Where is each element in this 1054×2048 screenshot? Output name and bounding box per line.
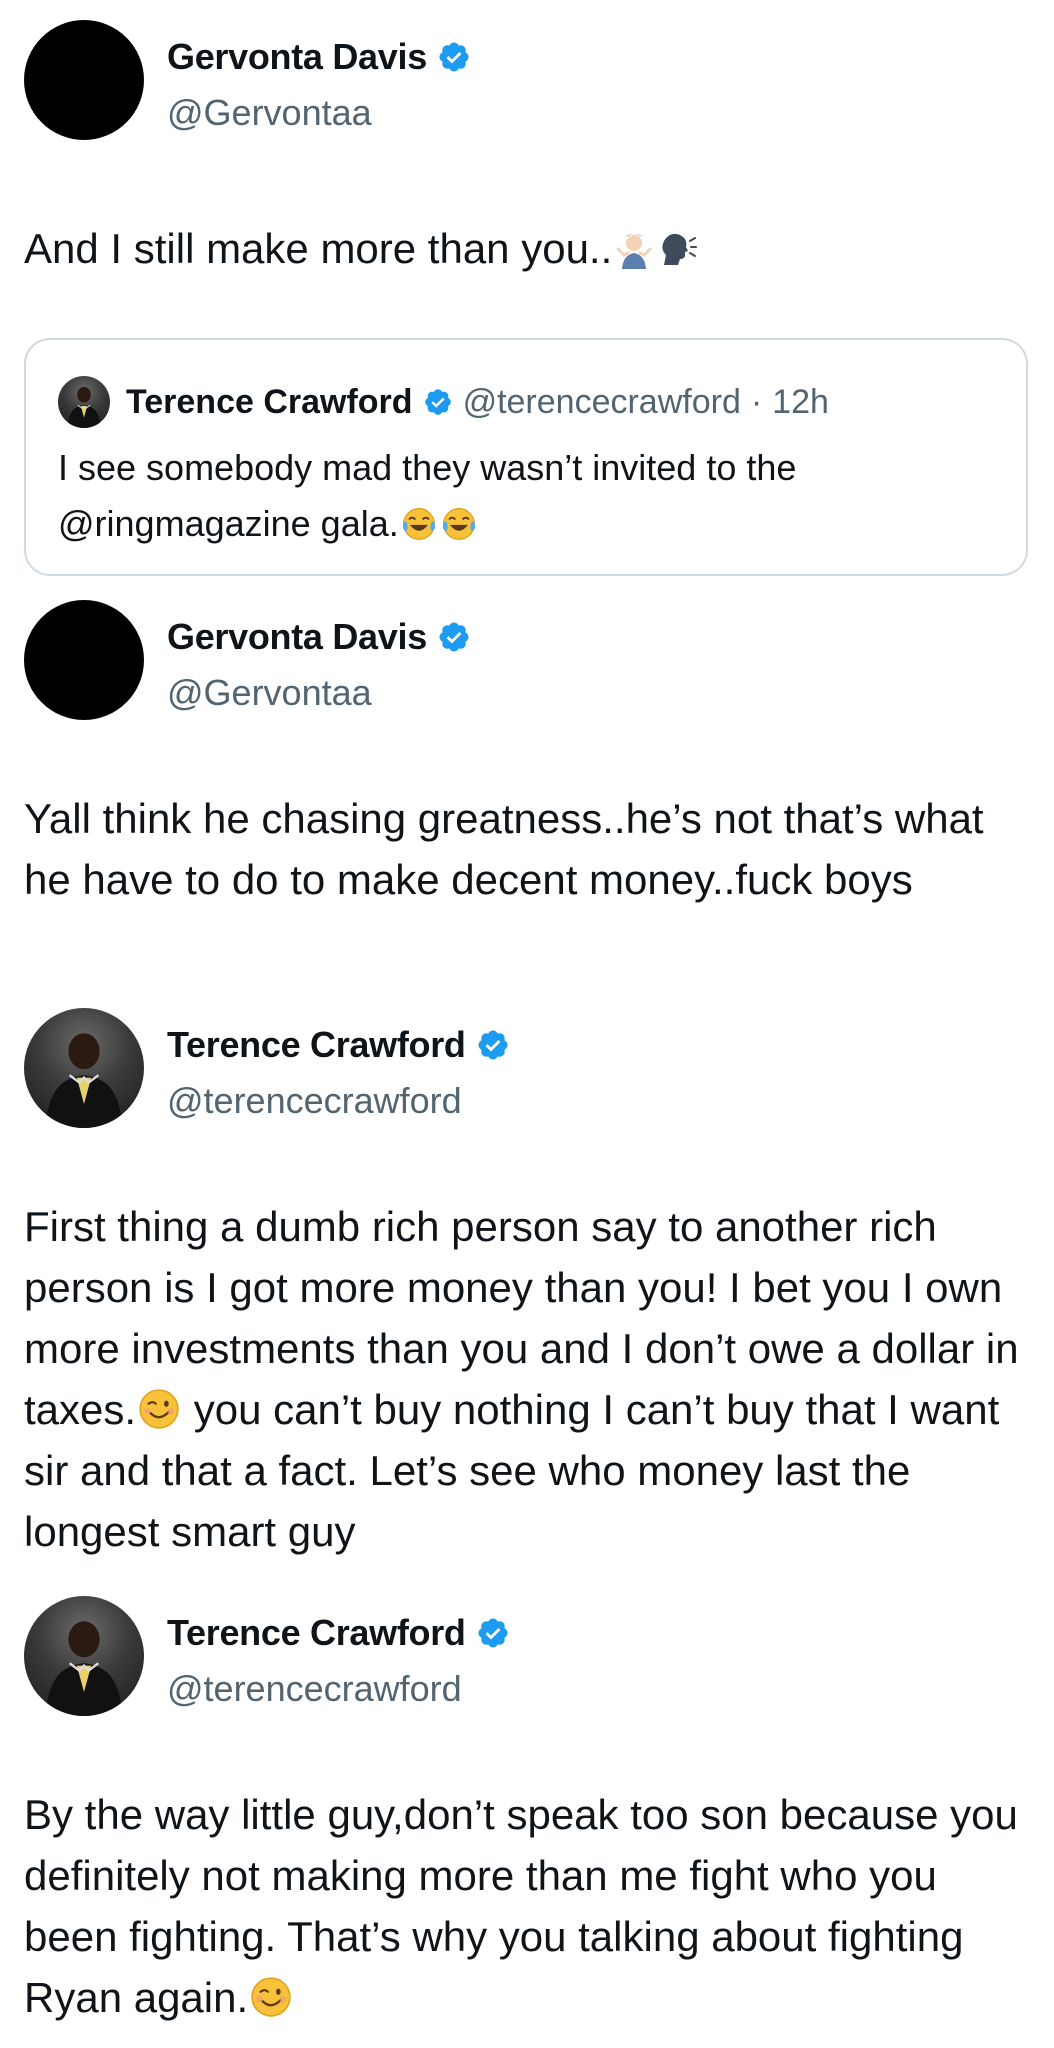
tweet-text-content: By the way little guy,don’t speak too so… [24,1791,1030,2021]
tweet-text: And I still make more than you.. [24,218,1030,279]
tweet[interactable]: Terence Crawford @terencecrawford By the… [0,1590,1054,2048]
author-name-row: Terence Crawford [167,1612,510,1654]
tweet-text: By the way little guy,don’t speak too so… [24,1784,1030,2028]
author-name[interactable]: Terence Crawford [167,1612,466,1654]
author-name[interactable]: Gervonta Davis [167,616,427,658]
quoted-author-name[interactable]: Terence Crawford [126,383,413,422]
verified-badge-icon [437,620,471,654]
avatar[interactable] [24,20,144,140]
tears-of-joy-emoji [441,506,477,542]
tweet[interactable]: Gervonta Davis @Gervontaa And I still ma… [0,0,1054,590]
tears-of-joy-emoji [401,506,437,542]
verified-badge-icon [476,1616,510,1650]
author-name-row: Terence Crawford [167,1024,510,1066]
avatar[interactable] [24,1008,144,1128]
author-name-row: Gervonta Davis [167,616,471,658]
quoted-timestamp[interactable]: 12h [772,383,829,422]
speaking-head-emoji [658,229,698,269]
author-name[interactable]: Gervonta Davis [167,36,427,78]
quoted-avatar[interactable] [58,376,110,428]
tweet[interactable]: Terence Crawford @terencecrawford First … [0,1000,1054,1590]
quoted-header: Terence Crawford @terencecrawford · 12h [126,376,829,428]
tweet-text-content: And I still make more than you.. [24,225,613,272]
author-handle[interactable]: @Gervontaa [167,672,372,714]
author-name-row: Gervonta Davis [167,36,471,78]
avatar[interactable] [24,600,144,720]
avatar[interactable] [24,1596,144,1716]
tweet-text: Yall think he chasing greatness..he’s no… [24,795,996,903]
author-handle[interactable]: @terencecrawford [167,1668,462,1710]
meta-separator: · [750,382,763,421]
author-handle[interactable]: @terencecrawford [167,1080,462,1122]
tweet[interactable]: Gervonta Davis @Gervontaa Yall think he … [0,590,1054,1000]
winking-face-emoji [138,1388,180,1430]
person-shrugging-emoji [614,229,654,269]
verified-badge-icon [437,40,471,74]
tweet-text: First thing a dumb rich person say to an… [24,1196,1030,1562]
author-name[interactable]: Terence Crawford [167,1024,466,1066]
verified-badge-icon [423,387,453,417]
quoted-tweet-card[interactable]: Terence Crawford @terencecrawford · 12h … [24,338,1028,576]
winking-face-emoji [250,1976,292,2018]
author-handle[interactable]: @Gervontaa [167,92,372,134]
quoted-text: I see somebody mad they wasn’t invited t… [58,440,994,552]
quoted-author-handle[interactable]: @terencecrawford [463,383,741,422]
verified-badge-icon [476,1028,510,1062]
